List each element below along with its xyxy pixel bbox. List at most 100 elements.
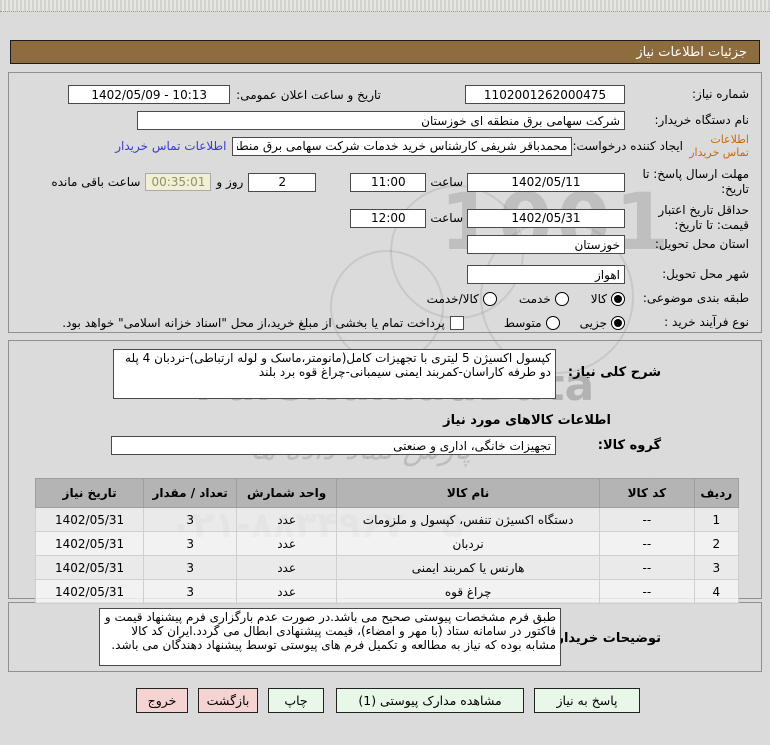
print-label: چاپ (284, 693, 307, 708)
cell-goods-name: نردبان (337, 532, 600, 556)
price-validity-label: حداقل تاریخ اعتبار قیمت: تا تاریخ: (625, 203, 749, 233)
buyer-notes-textarea[interactable]: طبق فرم مشخصات پیوستی صحیح می باشد.در صو… (99, 608, 561, 666)
goods-group-label: گروه کالا: (598, 438, 661, 453)
city-field[interactable] (467, 265, 625, 284)
buyer-notes-label: توضیحات خریدار: (551, 631, 661, 646)
buyer-org-label: نام دستگاه خریدار: (625, 113, 749, 128)
row-request-creator: اطلاعات تماس خریدار ایجاد کننده درخواست:… (9, 133, 761, 159)
cell-goods-code: -- (600, 532, 694, 556)
action-buttons-bar: پاسخ به نیاز مشاهده مدارک پیوستی (1) چاپ… (136, 688, 640, 713)
need-desc-textarea[interactable]: کپسول اکسیژن 5 لیتری با تجهیزات کامل(مان… (113, 349, 556, 399)
radio-jozii[interactable] (611, 316, 625, 330)
request-creator-label: ایجاد کننده درخواست: (572, 139, 683, 153)
top-decorative-strip (0, 0, 770, 12)
subject-class-label: طبقه بندی موضوعی: (625, 291, 749, 306)
reply-deadline-date-field[interactable] (467, 173, 625, 192)
cell-goods-code: -- (600, 580, 694, 604)
page-title-text: جزئیات اطلاعات نیاز (636, 45, 747, 60)
print-button[interactable]: چاپ (268, 688, 324, 713)
exit-button[interactable]: خروج (136, 688, 188, 713)
cell-need-date: 1402/05/31 (36, 556, 144, 580)
treasury-checkbox-label: پرداخت تمام یا بخشی از مبلغ خرید،از محل … (62, 316, 445, 330)
price-validity-time-field[interactable] (350, 209, 426, 228)
cell-quantity: 3 (144, 508, 237, 532)
col-need-date: تاریخ نیاز (36, 479, 144, 508)
page-title: جزئیات اطلاعات نیاز (10, 40, 760, 64)
cell-quantity: 3 (144, 580, 237, 604)
row-city: شهر محل تحویل: (9, 265, 761, 284)
cell-row-number: 1 (694, 508, 738, 532)
price-validity-date-field[interactable] (467, 209, 625, 228)
row-price-validity: حداقل تاریخ اعتبار قیمت: تا تاریخ: ساعت (9, 203, 761, 233)
table-row[interactable]: 1 -- دستگاه اکسیژن تنفس، کپسول و ملزومات… (36, 508, 739, 532)
need-details-page: 1001 ParsNamadData پارس نماد داده ها پای… (0, 0, 770, 745)
days-text: روز و (216, 175, 243, 189)
view-attached-docs-label: مشاهده مدارک پیوستی (1) (358, 693, 501, 708)
cell-unit: عدد (237, 580, 337, 604)
province-label: استان محل تحویل: (625, 237, 749, 252)
cell-goods-code: -- (600, 556, 694, 580)
reply-to-need-label: پاسخ به نیاز (556, 693, 617, 708)
treasury-checkbox[interactable] (450, 316, 464, 330)
row-subject-class: طبقه بندی موضوعی: کالا خدمت کالا/خدمت (9, 291, 761, 306)
cell-quantity: 3 (144, 532, 237, 556)
row-province: استان محل تحویل: (9, 235, 761, 254)
radio-kala-khedmat[interactable] (483, 292, 497, 306)
radio-motevaset-label: متوسط (504, 316, 542, 330)
radio-jozii-label: جزیی (580, 316, 607, 330)
reply-hour-label: ساعت (430, 175, 463, 189)
cell-goods-name: چراغ قوه (337, 580, 600, 604)
main-form-box: شماره نیاز: تاریخ و ساعت اعلان عمومی: نا… (8, 72, 762, 333)
buyer-notes-box: توضیحات خریدار: طبق فرم مشخصات پیوستی صح… (8, 602, 762, 672)
remaining-text: ساعت باقی مانده (51, 175, 140, 189)
cell-need-date: 1402/05/31 (36, 532, 144, 556)
col-row-number: ردیف (694, 479, 738, 508)
buyer-contact-link-right[interactable]: اطلاعات تماس خریدار (683, 133, 749, 159)
province-field[interactable] (467, 235, 625, 254)
radio-motevaset[interactable] (546, 316, 560, 330)
table-row[interactable]: 2 -- نردبان عدد 3 1402/05/31 (36, 532, 739, 556)
cell-goods-name: دستگاه اکسیژن تنفس، کپسول و ملزومات (337, 508, 600, 532)
cell-goods-code: -- (600, 508, 694, 532)
need-number-field[interactable] (465, 85, 625, 104)
cell-need-date: 1402/05/31 (36, 580, 144, 604)
need-info-box: شرح کلی نیاز: کپسول اکسیژن 5 لیتری با تج… (8, 340, 762, 599)
goods-group-field[interactable] (111, 436, 556, 455)
cell-unit: عدد (237, 556, 337, 580)
goods-info-title: اطلاعات کالاهای مورد نیاز (443, 413, 611, 428)
back-button[interactable]: بازگشت (198, 688, 258, 713)
col-goods-code: کد کالا (600, 479, 694, 508)
validity-hour-label: ساعت (430, 211, 463, 225)
city-label: شهر محل تحویل: (625, 267, 749, 282)
reply-to-need-button[interactable]: پاسخ به نیاز (534, 688, 640, 713)
need-desc-label: شرح کلی نیاز: (568, 365, 661, 380)
announce-label: تاریخ و ساعت اعلان عمومی: (236, 88, 381, 102)
cell-unit: عدد (237, 532, 337, 556)
table-row[interactable]: 3 -- هارنس یا کمربند ایمنی عدد 3 1402/05… (36, 556, 739, 580)
cell-quantity: 3 (144, 556, 237, 580)
buyer-org-field[interactable] (137, 111, 625, 130)
goods-table: ردیف کد کالا نام کالا واحد شمارش تعداد /… (35, 478, 739, 604)
row-need-number: شماره نیاز: تاریخ و ساعت اعلان عمومی: (9, 85, 761, 104)
radio-khedmat[interactable] (555, 292, 569, 306)
row-purchase-process: نوع فرآیند خرید : جزیی متوسط پرداخت تمام… (9, 315, 761, 330)
radio-kala[interactable] (611, 292, 625, 306)
radio-kala-label: کالا (591, 292, 607, 306)
days-remaining-field[interactable] (248, 173, 316, 192)
cell-row-number: 2 (694, 532, 738, 556)
view-attached-docs-button[interactable]: مشاهده مدارک پیوستی (1) (336, 688, 524, 713)
request-creator-field[interactable] (232, 137, 572, 156)
reply-deadline-time-field[interactable] (350, 173, 426, 192)
purchase-process-label: نوع فرآیند خرید : (625, 315, 749, 330)
col-quantity: تعداد / مقدار (144, 479, 237, 508)
back-label: بازگشت (207, 693, 250, 708)
need-number-label: شماره نیاز: (625, 87, 749, 102)
countdown-timer: 00:35:01 (145, 173, 211, 191)
announce-datetime-field[interactable] (68, 85, 230, 104)
col-unit: واحد شمارش (237, 479, 337, 508)
cell-unit: عدد (237, 508, 337, 532)
table-row[interactable]: 4 -- چراغ قوه عدد 3 1402/05/31 (36, 580, 739, 604)
buyer-contact-link[interactable]: اطلاعات تماس خریدار (115, 139, 226, 153)
cell-goods-name: هارنس یا کمربند ایمنی (337, 556, 600, 580)
col-goods-name: نام کالا (337, 479, 600, 508)
